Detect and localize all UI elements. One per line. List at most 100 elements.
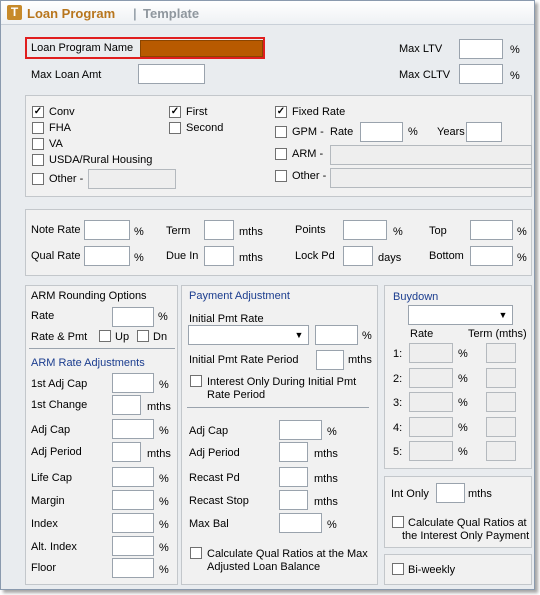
loan-program-name-label: Loan Program Name (31, 42, 134, 54)
round-down-label: Dn (153, 331, 168, 343)
pmt-adj-cap-label: Adj Cap (189, 425, 229, 437)
first-change-input[interactable] (112, 395, 141, 415)
buydown-rate-input[interactable] (409, 392, 453, 412)
top-ratio-input[interactable] (470, 220, 513, 240)
interest-only-initial-checkbox[interactable] (190, 375, 202, 387)
qual-rate-label: Qual Rate (31, 250, 81, 262)
buydown-row-label: 3: (393, 397, 403, 409)
buydown-term-input[interactable] (486, 417, 516, 437)
max-cltv-input[interactable] (459, 64, 503, 84)
qual-rate-input[interactable] (84, 246, 130, 266)
arm-checkbox[interactable] (275, 148, 287, 160)
gpm-rate-label: Rate (330, 126, 354, 138)
life-cap-percent: % (159, 473, 169, 485)
term-label: Term (166, 225, 191, 237)
buydown-rate-input[interactable] (409, 417, 453, 437)
points-label: Points (295, 224, 326, 236)
buydown-rate-input[interactable] (409, 368, 453, 388)
buydown-rate-input[interactable] (409, 441, 453, 461)
chevron-down-icon[interactable]: ▼ (496, 308, 510, 322)
gpm-label: GPM - (292, 126, 324, 138)
top-ratio-percent: % (517, 226, 527, 238)
first-change-label: 1st Change (31, 399, 88, 411)
chevron-down-icon[interactable]: ▼ (292, 328, 306, 342)
pmt-adj-period-input[interactable] (279, 442, 308, 462)
arm-adj-period-mths: mths (147, 448, 171, 460)
app-logo-icon: T (7, 5, 22, 20)
margin-label: Margin (31, 495, 65, 507)
floor-input[interactable] (112, 558, 154, 578)
other-type-input[interactable] (88, 169, 176, 189)
initial-pmt-rate-period-mths: mths (348, 354, 372, 366)
conv-checkbox[interactable]: ✓ (32, 106, 44, 118)
usda-checkbox[interactable] (32, 154, 44, 166)
buydown-select[interactable]: ▼ (408, 305, 513, 325)
gpm-checkbox[interactable] (275, 126, 287, 138)
interest-only-initial-label-1: Interest Only During Initial Pmt (207, 376, 357, 388)
buydown-term-input[interactable] (486, 343, 516, 363)
pmt-adj-cap-input[interactable] (279, 420, 322, 440)
arm-input[interactable] (330, 145, 532, 165)
arm-rounding-rate-input[interactable] (112, 307, 154, 327)
title-separator: | (133, 6, 137, 21)
margin-percent: % (159, 496, 169, 508)
life-cap-input[interactable] (112, 467, 154, 487)
buydown-row-label: 4: (393, 422, 403, 434)
second-lien-checkbox[interactable] (169, 122, 181, 134)
max-ltv-label: Max LTV (399, 43, 443, 55)
initial-pmt-rate-period-label: Initial Pmt Rate Period (189, 354, 299, 366)
term-mths: mths (239, 226, 263, 238)
note-rate-input[interactable] (84, 220, 130, 240)
margin-input[interactable] (112, 490, 154, 510)
buydown-term-input[interactable] (486, 368, 516, 388)
initial-pmt-rate-period-input[interactable] (316, 350, 344, 370)
biweekly-checkbox[interactable] (392, 563, 404, 575)
other-type-checkbox[interactable] (32, 173, 44, 185)
other-amort-checkbox[interactable] (275, 170, 287, 182)
arm-adj-cap-input[interactable] (112, 419, 154, 439)
points-input[interactable] (343, 220, 387, 240)
lock-pd-input[interactable] (343, 246, 373, 266)
due-in-input[interactable] (204, 246, 234, 266)
title-bar: T Loan Program | Template (1, 1, 534, 25)
int-only-input[interactable] (436, 483, 465, 503)
buydown-term-input[interactable] (486, 392, 516, 412)
va-checkbox[interactable] (32, 138, 44, 150)
arm-rounding-title: ARM Rounding Options (31, 290, 147, 302)
max-loan-amt-input[interactable] (138, 64, 205, 84)
gpm-years-input[interactable] (466, 122, 502, 142)
calc-qual-max-checkbox[interactable] (190, 547, 202, 559)
arm-adj-period-label: Adj Period (31, 446, 82, 458)
fixed-rate-label: Fixed Rate (292, 106, 346, 118)
biweekly-label: Bi-weekly (408, 564, 456, 576)
max-bal-input[interactable] (279, 513, 322, 533)
int-only-mths: mths (468, 488, 492, 500)
gpm-rate-input[interactable] (360, 122, 403, 142)
rate-pmt-label: Rate & Pmt (31, 331, 88, 343)
round-up-checkbox[interactable] (99, 330, 111, 342)
first-lien-checkbox[interactable]: ✓ (169, 106, 181, 118)
max-ltv-input[interactable] (459, 39, 503, 59)
due-in-mths: mths (239, 252, 263, 264)
loan-program-name-input[interactable] (140, 40, 263, 57)
arm-adj-period-input[interactable] (112, 442, 141, 462)
recast-stop-input[interactable] (279, 490, 308, 510)
other-amort-input[interactable] (330, 168, 532, 188)
index-label: Index (31, 518, 58, 530)
index-input[interactable] (112, 513, 154, 533)
fha-checkbox[interactable] (32, 122, 44, 134)
recast-pd-input[interactable] (279, 467, 308, 487)
calc-qual-io-checkbox[interactable] (392, 516, 404, 528)
buydown-term-input[interactable] (486, 441, 516, 461)
term-input[interactable] (204, 220, 234, 240)
buydown-row-label: 2: (393, 373, 403, 385)
initial-pmt-rate-select[interactable]: ▼ (188, 325, 309, 345)
bottom-ratio-input[interactable] (470, 246, 513, 266)
fixed-rate-checkbox[interactable]: ✓ (275, 106, 287, 118)
alt-index-input[interactable] (112, 536, 154, 556)
initial-pmt-rate-input[interactable] (315, 325, 358, 345)
first-adj-cap-input[interactable] (112, 373, 154, 393)
buydown-term-column: Term (mths) (468, 328, 527, 340)
buydown-rate-input[interactable] (409, 343, 453, 363)
round-down-checkbox[interactable] (137, 330, 149, 342)
